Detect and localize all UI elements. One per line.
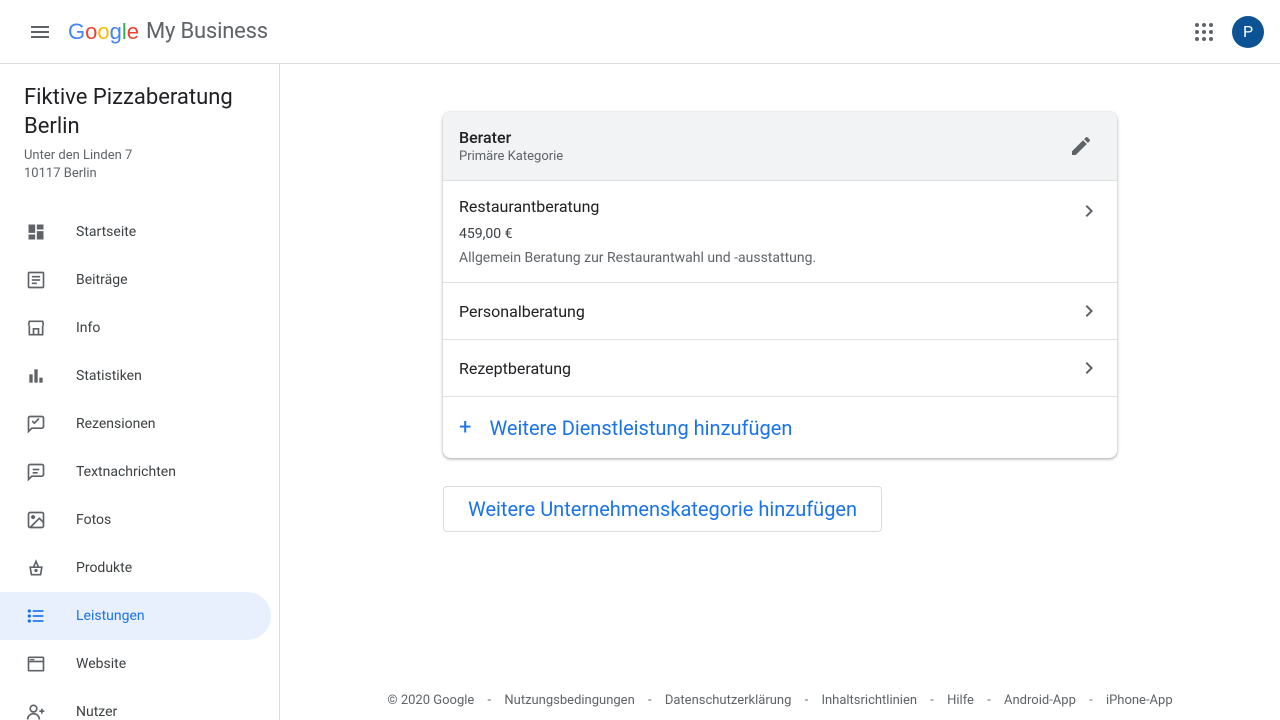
product-name: My Business bbox=[146, 19, 268, 44]
basket-icon bbox=[26, 558, 46, 578]
nav-label: Website bbox=[76, 656, 126, 672]
sidebar-item-messages[interactable]: Textnachrichten bbox=[0, 448, 271, 496]
menu-button[interactable] bbox=[16, 8, 64, 56]
service-name: Restaurantberatung bbox=[459, 197, 1065, 216]
nav-label: Produkte bbox=[76, 560, 132, 576]
chevron-right-icon bbox=[1077, 356, 1101, 380]
add-service-button[interactable]: + Weitere Dienstleistung hinzufügen bbox=[443, 397, 1117, 458]
dashboard-icon bbox=[26, 222, 46, 242]
nav-label: Nutzer bbox=[76, 704, 117, 720]
storefront-icon bbox=[26, 318, 46, 338]
chevron-right-icon bbox=[1077, 199, 1101, 223]
nav-label: Startseite bbox=[76, 224, 136, 240]
chevron-right-icon bbox=[1077, 299, 1101, 323]
nav-label: Leistungen bbox=[76, 608, 145, 624]
category-subtitle: Primäre Kategorie bbox=[459, 149, 1061, 164]
footer-link-help[interactable]: Hilfe bbox=[947, 693, 974, 708]
copyright: © 2020 Google bbox=[387, 693, 474, 708]
bar-chart-icon bbox=[26, 366, 46, 386]
pencil-icon bbox=[1069, 134, 1093, 158]
plus-icon: + bbox=[459, 415, 471, 440]
business-address: Unter den Linden 7 10117 Berlin bbox=[24, 147, 255, 183]
sidebar-item-info[interactable]: Info bbox=[0, 304, 271, 352]
nav-label: Info bbox=[76, 320, 100, 336]
nav-label: Beiträge bbox=[76, 272, 128, 288]
service-description: Allgemein Beratung zur Restaurantwahl un… bbox=[459, 250, 1065, 266]
nav-label: Textnachrichten bbox=[76, 464, 176, 480]
apps-grid-icon bbox=[1192, 20, 1216, 44]
chat-icon bbox=[26, 462, 46, 482]
sidebar-item-photos[interactable]: Fotos bbox=[0, 496, 271, 544]
business-name: Fiktive Pizzaberatung Berlin bbox=[24, 84, 255, 141]
sidebar-item-products[interactable]: Produkte bbox=[0, 544, 271, 592]
service-name: Personalberatung bbox=[459, 302, 1065, 321]
footer-link-iphone[interactable]: iPhone-App bbox=[1106, 693, 1173, 708]
sidebar-item-users[interactable]: Nutzer bbox=[0, 688, 271, 720]
footer: © 2020 Google - Nutzungsbedingungen - Da… bbox=[280, 677, 1280, 720]
footer-link-privacy[interactable]: Datenschutzerklärung bbox=[665, 693, 792, 708]
category-title: Berater bbox=[459, 128, 1061, 147]
app-header: Google My Business P bbox=[0, 0, 1280, 64]
sidebar-item-reviews[interactable]: Rezensionen bbox=[0, 400, 271, 448]
post-icon bbox=[26, 270, 46, 290]
add-service-label: Weitere Dienstleistung hinzufügen bbox=[489, 416, 792, 440]
service-row-restaurant[interactable]: Restaurantberatung 459,00 € Allgemein Be… bbox=[443, 181, 1117, 283]
sidebar: Fiktive Pizzaberatung Berlin Unter den L… bbox=[0, 64, 280, 720]
footer-link-content[interactable]: Inhaltsrichtlinien bbox=[821, 693, 917, 708]
service-row-personal[interactable]: Personalberatung bbox=[443, 283, 1117, 340]
footer-link-terms[interactable]: Nutzungsbedingungen bbox=[504, 693, 634, 708]
services-card: Berater Primäre Kategorie Restaurantbera… bbox=[443, 112, 1117, 458]
list-icon bbox=[26, 606, 46, 626]
nav-label: Rezensionen bbox=[76, 416, 156, 432]
service-price: 459,00 € bbox=[459, 226, 1065, 242]
nav-label: Fotos bbox=[76, 512, 111, 528]
hamburger-icon bbox=[28, 20, 52, 44]
sidebar-item-insights[interactable]: Statistiken bbox=[0, 352, 271, 400]
edit-category-button[interactable] bbox=[1061, 126, 1101, 166]
sidebar-item-posts[interactable]: Beiträge bbox=[0, 256, 271, 304]
service-row-rezept[interactable]: Rezeptberatung bbox=[443, 340, 1117, 397]
google-logo-icon: Google bbox=[68, 20, 142, 44]
add-category-button[interactable]: Weitere Unternehmenskategorie hinzufügen bbox=[443, 486, 882, 532]
sidebar-item-services[interactable]: Leistungen bbox=[0, 592, 271, 640]
business-header: Fiktive Pizzaberatung Berlin Unter den L… bbox=[0, 84, 279, 200]
web-icon bbox=[26, 654, 46, 674]
review-icon bbox=[26, 414, 46, 434]
service-name: Rezeptberatung bbox=[459, 359, 1065, 378]
content-area: Berater Primäre Kategorie Restaurantbera… bbox=[280, 64, 1280, 720]
person-add-icon bbox=[26, 702, 46, 720]
image-icon bbox=[26, 510, 46, 530]
footer-link-android[interactable]: Android-App bbox=[1004, 693, 1076, 708]
apps-button[interactable] bbox=[1184, 12, 1224, 52]
avatar[interactable]: P bbox=[1232, 16, 1264, 48]
sidebar-item-home[interactable]: Startseite bbox=[0, 208, 271, 256]
nav: Startseite Beiträge Info Statistiken Rez… bbox=[0, 208, 279, 720]
nav-label: Statistiken bbox=[76, 368, 142, 384]
avatar-initial: P bbox=[1243, 22, 1253, 41]
svg-text:Google: Google bbox=[68, 20, 139, 44]
logo: Google My Business bbox=[68, 19, 268, 44]
sidebar-item-website[interactable]: Website bbox=[0, 640, 271, 688]
category-header: Berater Primäre Kategorie bbox=[443, 112, 1117, 181]
